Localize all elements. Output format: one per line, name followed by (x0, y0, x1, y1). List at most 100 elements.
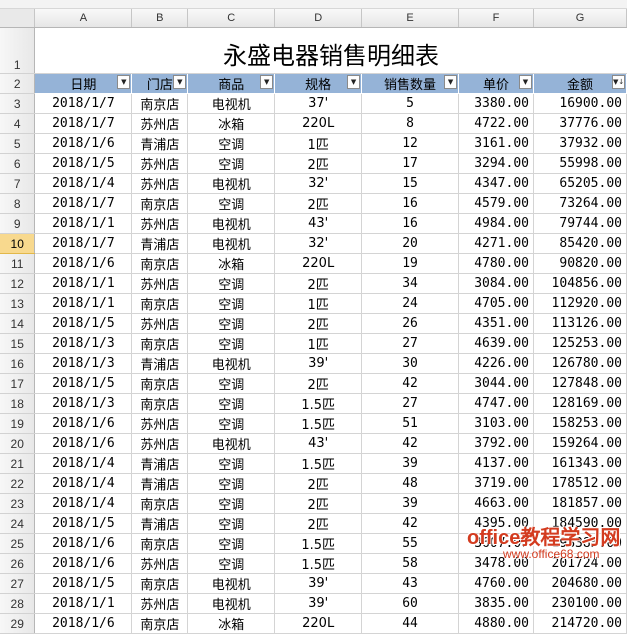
header-qty[interactable]: 销售数量 ▼ (361, 73, 460, 94)
cell-amount[interactable]: 79744.00 (533, 213, 627, 234)
cell-spec[interactable]: 1.5匹 (274, 553, 363, 574)
cell-date[interactable]: 2018/1/7 (34, 233, 133, 254)
cell-store[interactable]: 苏州店 (131, 273, 189, 294)
cell-price[interactable]: 3792.00 (458, 433, 534, 454)
cell-date[interactable]: 2018/1/6 (34, 253, 133, 274)
row-header[interactable]: 4 (0, 113, 36, 134)
column-header-b[interactable]: B (131, 9, 189, 28)
cell-qty[interactable]: 8 (361, 113, 460, 134)
row-header[interactable]: 19 (0, 413, 36, 434)
cell-date[interactable]: 2018/1/1 (34, 273, 133, 294)
cell-spec[interactable]: 1.5匹 (274, 533, 363, 554)
select-all-corner[interactable] (0, 9, 36, 28)
sheet-title[interactable]: 永盛电器销售明细表 (34, 27, 627, 74)
cell-price[interactable]: 4226.00 (458, 353, 534, 374)
cell-spec[interactable]: 1.5匹 (274, 453, 363, 474)
cell-product[interactable]: 空调 (187, 153, 276, 174)
cell-amount[interactable]: 161343.00 (533, 453, 627, 474)
column-header-a[interactable]: A (34, 9, 133, 28)
cell-product[interactable]: 电视机 (187, 233, 276, 254)
cell-price[interactable]: 4747.00 (458, 393, 534, 414)
cell-qty[interactable]: 27 (361, 333, 460, 354)
cell-spec[interactable]: 39' (274, 593, 363, 614)
cell-spec[interactable]: 2匹 (274, 493, 363, 514)
cell-qty[interactable]: 39 (361, 493, 460, 514)
cell-spec[interactable]: 1.5匹 (274, 393, 363, 414)
cell-product[interactable]: 电视机 (187, 593, 276, 614)
cell-amount[interactable]: 16900.00 (533, 93, 627, 114)
cell-amount[interactable]: 204680.00 (533, 573, 627, 594)
cell-store[interactable]: 苏州店 (131, 593, 189, 614)
cell-date[interactable]: 2018/1/3 (34, 393, 133, 414)
cell-amount[interactable]: 214720.00 (533, 613, 627, 634)
cell-product[interactable]: 空调 (187, 393, 276, 414)
row-header[interactable]: 23 (0, 493, 36, 514)
row-header[interactable]: 17 (0, 373, 36, 394)
cell-qty[interactable]: 12 (361, 133, 460, 154)
cell-qty[interactable]: 60 (361, 593, 460, 614)
cell-qty[interactable]: 39 (361, 453, 460, 474)
cell-spec[interactable]: 220L (274, 253, 363, 274)
cell-qty[interactable]: 30 (361, 353, 460, 374)
filter-dropdown-icon[interactable]: ▼ (347, 75, 361, 89)
cell-date[interactable]: 2018/1/3 (34, 333, 133, 354)
cell-date[interactable]: 2018/1/4 (34, 453, 133, 474)
cell-date[interactable]: 2018/1/4 (34, 493, 133, 514)
cell-price[interactable]: 4880.00 (458, 613, 534, 634)
cell-product[interactable]: 电视机 (187, 93, 276, 114)
cell-spec[interactable]: 2匹 (274, 473, 363, 494)
cell-store[interactable]: 南京店 (131, 613, 189, 634)
cell-store[interactable]: 南京店 (131, 293, 189, 314)
cell-product[interactable]: 电视机 (187, 213, 276, 234)
cell-store[interactable]: 南京店 (131, 393, 189, 414)
cell-price[interactable]: 4347.00 (458, 173, 534, 194)
cell-qty[interactable]: 55 (361, 533, 460, 554)
header-amount[interactable]: 金额 ▼↓ (533, 73, 627, 94)
cell-product[interactable]: 空调 (187, 413, 276, 434)
cell-qty[interactable]: 15 (361, 173, 460, 194)
cell-product[interactable]: 空调 (187, 533, 276, 554)
cell-store[interactable]: 南京店 (131, 93, 189, 114)
filter-dropdown-icon[interactable]: ▼ (518, 75, 532, 89)
cell-amount[interactable]: 181857.00 (533, 493, 627, 514)
cell-spec[interactable]: 2匹 (274, 373, 363, 394)
cell-amount[interactable]: 126780.00 (533, 353, 627, 374)
cell-store[interactable]: 苏州店 (131, 413, 189, 434)
cell-qty[interactable]: 42 (361, 513, 460, 534)
cell-price[interactable]: 3380.00 (458, 93, 534, 114)
cell-date[interactable]: 2018/1/5 (34, 153, 133, 174)
cell-amount[interactable]: 65205.00 (533, 173, 627, 194)
header-spec[interactable]: 规格 ▼ (274, 73, 363, 94)
cell-qty[interactable]: 5 (361, 93, 460, 114)
cell-amount[interactable]: 127848.00 (533, 373, 627, 394)
header-date[interactable]: 日期 ▼ (34, 73, 133, 94)
row-header[interactable]: 21 (0, 453, 36, 474)
header-store[interactable]: 门店 ▼ (131, 73, 189, 94)
cell-date[interactable]: 2018/1/5 (34, 513, 133, 534)
column-header-e[interactable]: E (361, 9, 460, 28)
cell-product[interactable]: 电视机 (187, 353, 276, 374)
cell-store[interactable]: 青浦店 (131, 453, 189, 474)
cell-store[interactable]: 南京店 (131, 493, 189, 514)
cell-store[interactable]: 苏州店 (131, 153, 189, 174)
cell-qty[interactable]: 27 (361, 393, 460, 414)
cell-product[interactable]: 空调 (187, 313, 276, 334)
cell-spec[interactable]: 2匹 (274, 273, 363, 294)
column-header-f[interactable]: F (458, 9, 534, 28)
cell-price[interactable]: 3294.00 (458, 153, 534, 174)
cell-price[interactable]: 3835.00 (458, 593, 534, 614)
filter-dropdown-icon[interactable]: ▼ (444, 75, 458, 89)
row-header[interactable]: 25 (0, 533, 36, 554)
cell-qty[interactable]: 51 (361, 413, 460, 434)
cell-amount[interactable]: 158253.00 (533, 413, 627, 434)
cell-price[interactable]: 4760.00 (458, 573, 534, 594)
cell-product[interactable]: 空调 (187, 133, 276, 154)
row-header[interactable]: 12 (0, 273, 36, 294)
cell-spec[interactable]: 2匹 (274, 513, 363, 534)
cell-date[interactable]: 2018/1/6 (34, 533, 133, 554)
cell-product[interactable]: 空调 (187, 513, 276, 534)
cell-amount[interactable]: 37776.00 (533, 113, 627, 134)
cell-price[interactable]: 4271.00 (458, 233, 534, 254)
cell-date[interactable]: 2018/1/7 (34, 193, 133, 214)
row-header[interactable]: 13 (0, 293, 36, 314)
